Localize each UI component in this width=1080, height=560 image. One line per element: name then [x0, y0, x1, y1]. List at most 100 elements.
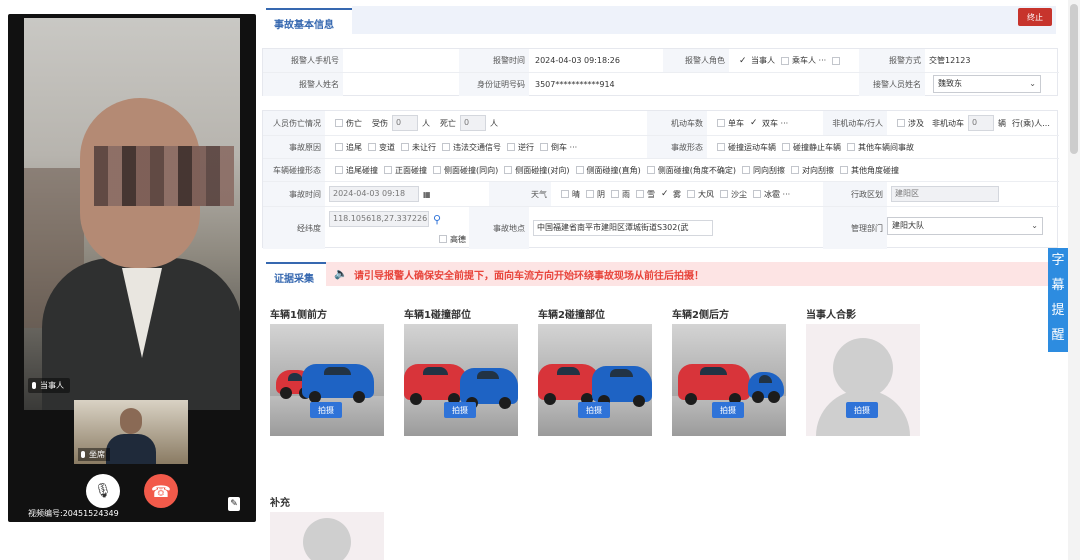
coords-input[interactable]: 118.105618,27.337226 — [329, 211, 429, 227]
photo-slot-group[interactable]: 拍摄 — [806, 324, 920, 436]
collision-checkbox[interactable] — [575, 166, 584, 174]
id-label: 身份证明号码 — [459, 73, 529, 96]
car-window — [288, 373, 304, 381]
coords-label: 经纬度 — [263, 207, 325, 249]
cause-checkbox[interactable] — [507, 143, 515, 151]
cause-option: 变道 — [379, 142, 395, 152]
shoot-button[interactable]: 拍摄 — [712, 402, 744, 418]
injured-input[interactable]: 0 — [392, 115, 418, 131]
photo-slot-vehicle2-rear[interactable]: 拍摄 — [672, 324, 786, 436]
tab-evidence[interactable]: 证据采集 — [266, 262, 326, 286]
car-blue — [302, 364, 374, 403]
involve-checkbox[interactable] — [897, 119, 905, 127]
page-scrollbar[interactable] — [1068, 0, 1080, 560]
mute-button[interactable]: 🎙 — [86, 474, 120, 508]
wheel — [751, 391, 764, 403]
weather-checkbox[interactable] — [636, 190, 644, 198]
collision-checkbox[interactable] — [384, 166, 392, 174]
collision-checkbox[interactable] — [504, 166, 513, 174]
shoot-button[interactable]: 拍摄 — [846, 402, 878, 418]
accident-time-field: 2024-04-03 09:18 ▦ — [325, 182, 445, 206]
dead-label: 死亡 — [440, 118, 456, 128]
role-passenger-checkbox[interactable] — [781, 56, 789, 65]
dead-input[interactable]: 0 — [460, 115, 486, 131]
nonmotor-count-label: 非机动车 — [932, 118, 964, 128]
weather-checkbox[interactable] — [720, 190, 728, 198]
weather-checkbox[interactable] — [687, 190, 695, 198]
report-time-label: 报警时间 — [459, 49, 529, 72]
role-more-checkbox[interactable] — [832, 56, 841, 65]
wheel — [499, 397, 512, 409]
weather-checkbox[interactable] — [753, 190, 761, 198]
collision-checkbox[interactable] — [646, 166, 655, 174]
role-passenger-label: 乘车人 ··· — [792, 56, 827, 65]
dept-select[interactable]: 建阳大队 ⌄ — [887, 217, 1043, 235]
car-window — [323, 367, 351, 375]
double-vehicle-checkbox[interactable]: ✓ — [750, 119, 759, 128]
weather-checkbox[interactable] — [561, 190, 569, 198]
photo-slot-vehicle1-impact[interactable]: 拍摄 — [404, 324, 518, 436]
casualty-checkbox[interactable] — [335, 119, 343, 127]
cause-checkbox[interactable] — [401, 143, 409, 151]
weather-label: 天气 — [489, 182, 551, 206]
tab-basic-info[interactable]: 事故基本信息 — [266, 8, 352, 34]
accident-time-input[interactable]: 2024-04-03 09:18 — [329, 186, 419, 202]
form-checkbox[interactable] — [847, 143, 855, 151]
receiver-select[interactable]: 魏致东 ⌄ — [933, 75, 1041, 93]
collision-options: 追尾碰撞 正面碰撞 侧面碰撞(同向) 侧面碰撞(对向) 侧面碰撞(直角) 侧面碰… — [325, 159, 1059, 181]
collision-checkbox[interactable] — [840, 166, 848, 174]
collision-checkbox[interactable] — [742, 166, 750, 174]
form-checkbox[interactable] — [717, 143, 725, 151]
role-party-checkbox[interactable]: ✓ — [739, 56, 748, 65]
supplement-slot[interactable] — [270, 512, 384, 560]
photo-slot-vehicle2-impact[interactable]: 拍摄 — [538, 324, 652, 436]
weather-checkbox[interactable] — [586, 190, 594, 198]
subtitle-reminder-tab[interactable]: 字幕提醒 — [1048, 248, 1068, 352]
cause-checkbox[interactable] — [368, 143, 376, 151]
double-vehicle-label: 双车 ··· — [762, 118, 789, 128]
photo-title: 当事人合影 — [806, 310, 856, 321]
amap-checkbox[interactable] — [439, 235, 447, 243]
scrollbar-thumb[interactable] — [1070, 4, 1078, 154]
method-label: 报警方式 — [859, 49, 925, 72]
weather-checkbox-fog[interactable]: ✓ — [661, 190, 670, 199]
report-time-value: 2024-04-03 09:18:26 — [535, 56, 620, 65]
amap-option: 高德 — [429, 229, 469, 249]
collision-checkbox[interactable] — [791, 166, 799, 174]
car-window — [758, 375, 773, 383]
form-checkbox[interactable] — [782, 143, 790, 151]
weather-checkbox[interactable] — [611, 190, 619, 198]
collision-option: 追尾碰撞 — [346, 165, 378, 175]
vehicle-unit: 辆 — [998, 118, 1006, 128]
collision-option: 侧面碰撞(同向) — [444, 165, 499, 175]
cause-label: 事故原因 — [263, 136, 325, 158]
role-party-label: 当事人 — [751, 56, 775, 65]
wheel — [280, 387, 292, 399]
car-window — [699, 367, 727, 375]
place-input[interactable]: 中国福建省南平市建阳区潭城街道S302(武 — [533, 220, 713, 236]
agent-video-pip[interactable]: 坐席 — [74, 400, 188, 464]
agent-tag: 坐席 — [78, 448, 110, 461]
notes-icon[interactable]: ✎ — [228, 497, 240, 511]
collision-option: 侧面碰撞(角度不确定) — [657, 165, 736, 175]
cause-checkbox[interactable] — [442, 143, 450, 151]
main-content: 事故基本信息 终止 报警人手机号 报警时间 2024-04-03 09:18:2… — [262, 0, 1068, 560]
collision-checkbox[interactable] — [433, 166, 441, 174]
shoot-button[interactable]: 拍摄 — [310, 402, 342, 418]
nonmotor-count-input[interactable]: 0 — [968, 115, 994, 131]
calendar-icon[interactable]: ▦ — [423, 190, 431, 199]
hangup-button[interactable]: ☎ — [144, 474, 178, 508]
shoot-button[interactable]: 拍摄 — [444, 402, 476, 418]
collision-checkbox[interactable] — [335, 166, 343, 174]
name-label: 报警人姓名 — [263, 73, 343, 96]
single-vehicle-checkbox[interactable] — [717, 119, 725, 127]
cause-checkbox[interactable] — [540, 143, 548, 151]
cause-checkbox[interactable] — [335, 143, 343, 151]
weather-option: 雪 — [647, 189, 655, 199]
location-pin-icon[interactable]: ⚲ — [433, 213, 441, 226]
form-option: 碰撞运动车辆 — [728, 142, 776, 152]
district-input[interactable]: 建阳区 — [891, 186, 999, 202]
photo-slot-vehicle1-front[interactable]: 拍摄 — [270, 324, 384, 436]
stop-button[interactable]: 终止 — [1018, 8, 1052, 26]
shoot-button[interactable]: 拍摄 — [578, 402, 610, 418]
